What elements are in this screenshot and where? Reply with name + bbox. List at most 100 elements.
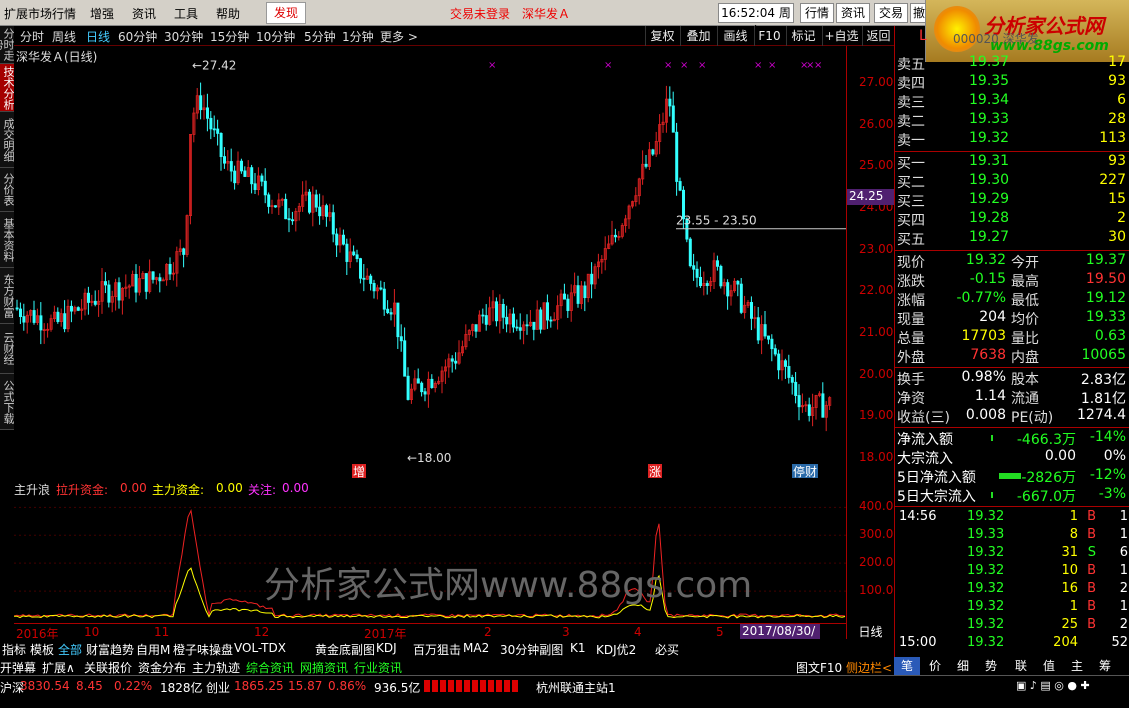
event-tag-0[interactable]: 增 (353, 465, 365, 478)
low-label: ←18.00 (407, 451, 451, 465)
flow-row: 大宗流入 0.00 0% (895, 448, 1129, 467)
market-button[interactable]: 行情 (800, 3, 834, 23)
server-name[interactable]: 杭州联通主站1 (536, 679, 616, 696)
date-tick-2: 11 (154, 625, 170, 639)
price-axis: 27.00 26.00 25.00 24.00 23.00 22.00 21.00 20.00… (846, 46, 895, 478)
indicator-tab-0[interactable]: 指标 (2, 641, 26, 658)
panel-tab-5[interactable]: 值 (1036, 657, 1062, 675)
indicator-tab-14[interactable]: 必买 (655, 641, 679, 658)
indicator-tab-1[interactable]: 模板 (30, 641, 54, 658)
chart-btn-4[interactable]: 标记 (786, 26, 820, 46)
indicator-tab-6[interactable]: VOL-TDX (234, 641, 286, 655)
period-tab-5[interactable]: 15分钟 (210, 28, 249, 45)
quote-value: -0.77% (956, 290, 1006, 306)
indicator-tab-4[interactable]: 自用M (136, 641, 170, 658)
quote-label-2: 均价 (1011, 312, 1039, 328)
period-tab-8[interactable]: 1分钟 (342, 28, 374, 45)
f10-button[interactable]: 图文F10 (796, 659, 842, 676)
period-tab-7[interactable]: 5分钟 (304, 28, 336, 45)
indicator-tab-11[interactable]: 30分钟副图 (500, 641, 563, 658)
sidebar-toggle[interactable]: 侧边栏< (846, 659, 892, 676)
news-button[interactable]: 资讯 (836, 3, 870, 23)
period-tab-3[interactable]: 60分钟 (118, 28, 157, 45)
ask-volume: 93 (1108, 73, 1126, 89)
left-tab-3[interactable]: 分价表 (0, 168, 15, 212)
indicator-chart[interactable]: 分析家公式网www.88gs.com (14, 497, 846, 623)
panel-tab-4[interactable]: 联 (1008, 657, 1034, 675)
menu-enhance[interactable]: 增强 (90, 5, 114, 22)
info-tab-7[interactable]: 行业资讯 (354, 659, 402, 676)
info-tab-1[interactable]: 扩展∧ (42, 659, 75, 676)
chart-btn-6[interactable]: 返回 (862, 26, 894, 46)
discover-button[interactable]: 发现 (266, 2, 306, 24)
period-tab-4[interactable]: 30分钟 (164, 28, 203, 45)
menu-info[interactable]: 资讯 (132, 5, 156, 22)
main-fund-value: 0.00 (216, 481, 243, 495)
event-marker[interactable]: × (680, 60, 688, 71)
info-tab-4[interactable]: 主力轨迹 (192, 659, 240, 676)
event-marker[interactable]: × (604, 60, 612, 71)
indicator-tab-10[interactable]: MA2 (463, 641, 489, 655)
ask-label: 卖四 (897, 76, 925, 92)
event-marker[interactable]: × (488, 60, 496, 71)
ask-row: 卖四 19.35 93 (895, 73, 1129, 92)
menu-extended-market[interactable]: 扩展市场行情 (4, 5, 76, 22)
event-tag-2[interactable]: 停财 (793, 464, 817, 478)
indicator-tick-3: 100.0 (859, 583, 894, 598)
chart-btn-3[interactable]: F10 (754, 26, 784, 46)
menu-help[interactable]: 帮助 (216, 5, 240, 22)
info-tab-3[interactable]: 资金分布 (138, 659, 186, 676)
menu-tools[interactable]: 工具 (174, 5, 198, 22)
divider (895, 151, 1129, 152)
info-tab-6[interactable]: 网摘资讯 (300, 659, 348, 676)
event-tag-1[interactable]: 涨 (649, 464, 661, 478)
bid-row: 买二 19.30 227 (895, 172, 1129, 191)
event-marker[interactable]: × (814, 60, 822, 71)
tick-volume: 31 (1061, 545, 1078, 560)
indicator-tab-12[interactable]: K1 (570, 641, 586, 655)
kline-chart[interactable]: ←27.42←18.0023.55 - 23.50× × × × × × × ×× ×增涨停财 (14, 46, 846, 478)
indicator-tab-2[interactable]: 全部 (58, 641, 82, 658)
quote-value: 204 (979, 309, 1006, 325)
trade-button[interactable]: 交易 (874, 3, 908, 23)
indicator-tab-3[interactable]: 财富趋势 (86, 641, 134, 658)
indicator-tab-13[interactable]: KDJ优2 (596, 641, 636, 658)
tick-count: 1 (1119, 563, 1128, 578)
ask-price: 19.34 (969, 92, 1010, 108)
left-tab-2[interactable]: 成交明细 (0, 112, 15, 168)
left-tab-0[interactable]: 分时走势 (0, 26, 15, 64)
indicator-tab-9[interactable]: 百万狙击 (413, 641, 461, 658)
left-tab-4[interactable]: 基本资料 (0, 212, 15, 268)
info-tab-0[interactable]: 开弹幕 (0, 659, 36, 676)
left-tab-7[interactable]: 公式下载 (0, 374, 15, 430)
left-tab-1[interactable]: 技术分析 (0, 64, 15, 112)
period-tab-0[interactable]: 分时 (20, 28, 44, 45)
indicator-tab-7[interactable]: 黄金底副图 (315, 641, 375, 658)
chart-btn-5[interactable]: +自选 (822, 26, 860, 46)
indicator-tab-5[interactable]: 橙子味操盘 (173, 641, 233, 658)
flow-value: 0.00 (1044, 448, 1076, 464)
panel-tab-3[interactable]: 势 (978, 657, 1004, 675)
panel-tab-6[interactable]: 主 (1064, 657, 1090, 675)
event-marker[interactable]: × (768, 60, 776, 71)
panel-tab-2[interactable]: 细 (950, 657, 976, 675)
period-tab-6[interactable]: 10分钟 (256, 28, 295, 45)
info-tab-5[interactable]: 综合资讯 (246, 659, 294, 676)
event-marker[interactable]: × (754, 60, 762, 71)
event-marker[interactable]: × (664, 60, 672, 71)
panel-tab-1[interactable]: 价 (922, 657, 948, 675)
info-tab-2[interactable]: 关联报价 (84, 659, 132, 676)
period-tab-1[interactable]: 周线 (52, 28, 76, 45)
panel-tab-7[interactable]: 筹 (1092, 657, 1118, 675)
period-tab-2[interactable]: 日线 (86, 28, 110, 45)
chart-btn-0[interactable]: 复权 (645, 26, 679, 46)
period-tab-9[interactable]: 更多 > (380, 28, 418, 45)
bid-price: 19.27 (969, 229, 1010, 245)
panel-tab-0[interactable]: 笔 (894, 657, 920, 675)
event-marker[interactable]: × (698, 60, 706, 71)
left-tab-5[interactable]: 东方财富 (0, 268, 15, 324)
chart-btn-1[interactable]: 叠加 (680, 26, 716, 46)
indicator-tab-8[interactable]: KDJ (376, 641, 397, 655)
chart-btn-2[interactable]: 画线 (717, 26, 753, 46)
left-tab-6[interactable]: 云财经 (0, 324, 15, 374)
